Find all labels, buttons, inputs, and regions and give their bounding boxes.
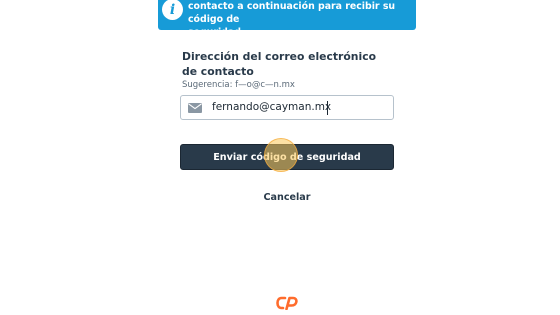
info-banner: i contacto a continuación para recibir s… — [158, 0, 416, 38]
text-cursor — [327, 101, 328, 115]
email-field[interactable]: fernando@cayman.mx — [180, 95, 394, 120]
email-hint: Sugerencia: f—o@c—n.mx — [182, 80, 295, 90]
info-icon: i — [162, 0, 183, 20]
email-field-label: Dirección del correo electrónico de cont… — [182, 50, 377, 78]
send-security-code-button[interactable]: Enviar código de seguridad — [180, 144, 394, 170]
cpanel-logo — [276, 296, 298, 310]
cancel-link[interactable]: Cancelar — [180, 192, 394, 203]
email-field-value: fernando@cayman.mx — [212, 101, 332, 113]
envelope-icon — [188, 103, 202, 113]
info-banner-text: contacto a continuación para recibir su … — [188, 1, 396, 38]
